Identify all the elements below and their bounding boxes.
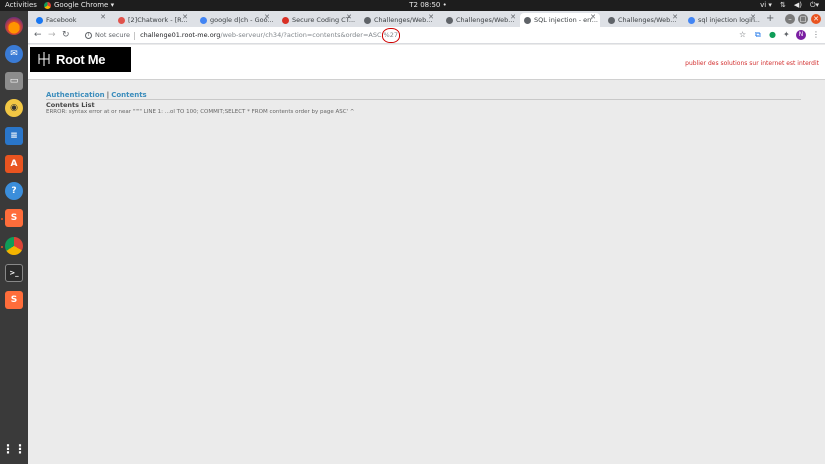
extensions-puzzle-icon[interactable]: ✦ bbox=[783, 29, 790, 41]
logo-text: Root Me bbox=[56, 52, 106, 67]
rhythmbox-icon[interactable]: ◉ bbox=[5, 99, 23, 117]
rootme-emblem-icon bbox=[38, 52, 50, 66]
system-tray[interactable]: vi ▾ ⇅ ◀) ⏻▾ bbox=[760, 0, 819, 11]
close-tab-icon[interactable]: ✕ bbox=[346, 13, 352, 21]
firefox-icon[interactable] bbox=[5, 17, 23, 35]
profile-avatar[interactable]: N bbox=[796, 30, 806, 40]
facebook-icon bbox=[36, 16, 43, 24]
divider bbox=[46, 99, 801, 100]
chatwork-icon bbox=[118, 16, 125, 24]
address-bar[interactable]: i Not secure challenge01.root-me.org /we… bbox=[85, 28, 762, 43]
close-tab-icon[interactable]: ✕ bbox=[182, 13, 188, 21]
tab-sql-login[interactable]: sql injection login... ✕ bbox=[684, 13, 760, 27]
minimize-button[interactable]: – bbox=[785, 14, 795, 24]
rootme-logo[interactable]: Root Me bbox=[30, 47, 131, 72]
close-tab-icon[interactable]: ✕ bbox=[590, 13, 596, 21]
url-path: /web-serveur/ch34/?action=contents&order… bbox=[220, 31, 382, 39]
rootme-icon bbox=[364, 16, 371, 24]
files-icon[interactable]: ▭ bbox=[5, 72, 23, 90]
tab-google[interactable]: google d|ch - Goo... ✕ bbox=[196, 13, 274, 27]
warning-banner: publier des solutions sur internet est i… bbox=[685, 60, 819, 67]
app-menu-label: Google Chrome ▾ bbox=[54, 1, 115, 9]
power-icon: ⏻▾ bbox=[809, 1, 819, 9]
tab-sql-injection[interactable]: SQL injection - err... ✕ bbox=[520, 13, 600, 27]
dock: ✉ ▭ ◉ ≡ A ? S >_ S ⋮⋮ bbox=[0, 11, 28, 464]
tab-strip: Facebook ✕ [2]Chatwork - [R... ✕ google … bbox=[28, 11, 825, 27]
section-title: Contents List bbox=[46, 101, 95, 109]
url-highlight: %27 bbox=[381, 28, 400, 43]
site-header: Root Me publier des solutions sur intern… bbox=[28, 45, 825, 80]
software-icon[interactable]: A bbox=[5, 155, 23, 173]
maximize-button[interactable]: □ bbox=[798, 14, 808, 24]
new-tab-button[interactable]: + bbox=[766, 13, 774, 25]
help-icon[interactable]: ? bbox=[5, 182, 23, 200]
ctf-icon bbox=[282, 16, 289, 24]
extension-icon[interactable]: ● bbox=[769, 29, 776, 41]
contents-link[interactable]: Contents bbox=[111, 91, 147, 99]
forward-button[interactable]: → bbox=[48, 29, 56, 41]
close-tab-icon[interactable]: ✕ bbox=[264, 13, 270, 21]
close-tab-icon[interactable]: ✕ bbox=[100, 13, 106, 21]
writer-icon[interactable]: ≡ bbox=[5, 127, 23, 145]
thunderbird-icon[interactable]: ✉ bbox=[5, 45, 23, 63]
running-indicator bbox=[1, 218, 3, 220]
authentication-link[interactable]: Authentication bbox=[46, 91, 105, 99]
app-menu[interactable]: Google Chrome ▾ bbox=[44, 0, 114, 11]
tab-challenges-1[interactable]: Challenges/Web... ✕ bbox=[360, 13, 438, 27]
reload-button[interactable]: ↻ bbox=[62, 29, 70, 41]
running-indicator bbox=[1, 246, 3, 248]
terminal-icon[interactable]: >_ bbox=[5, 264, 23, 282]
rootme-icon bbox=[446, 16, 453, 24]
close-window-button[interactable]: ✕ bbox=[811, 14, 821, 24]
tab-secure-coding[interactable]: Secure Coding CT... ✕ bbox=[278, 13, 356, 27]
network-icon: ⇅ bbox=[779, 1, 786, 9]
menu-separator: | bbox=[106, 91, 110, 99]
clock[interactable]: T2 08:50 • bbox=[400, 0, 456, 11]
sublime-icon[interactable]: S bbox=[5, 291, 23, 309]
browser-window: Facebook ✕ [2]Chatwork - [R... ✕ google … bbox=[28, 11, 825, 464]
sublime-icon[interactable]: S bbox=[5, 209, 23, 227]
sql-error-message: ERROR: syntax error at or near "'"" LINE… bbox=[46, 109, 355, 115]
browser-toolbar: ← → ↻ i Not secure challenge01.root-me.o… bbox=[28, 27, 825, 44]
close-tab-icon[interactable]: ✕ bbox=[672, 13, 678, 21]
volume-icon: ◀) bbox=[793, 1, 802, 9]
input-language[interactable]: vi ▾ bbox=[760, 0, 772, 11]
more-menu-icon[interactable]: ⋮ bbox=[812, 29, 820, 41]
rootme-icon bbox=[524, 16, 531, 24]
page-content: Root Me publier des solutions sur intern… bbox=[28, 45, 825, 464]
google-icon bbox=[688, 16, 695, 24]
rootme-icon bbox=[608, 16, 615, 24]
tab-challenges-3[interactable]: Challenges/Web... ✕ bbox=[604, 13, 682, 27]
chrome-icon bbox=[44, 2, 51, 9]
apps-grid-icon[interactable]: ⋮⋮ bbox=[2, 440, 26, 458]
translate-icon[interactable]: ⧉ bbox=[755, 29, 761, 41]
close-tab-icon[interactable]: ✕ bbox=[750, 13, 756, 21]
system-top-bar: Activities Google Chrome ▾ T2 08:50 • vi… bbox=[0, 0, 825, 11]
chrome-icon[interactable] bbox=[5, 237, 23, 255]
security-label: Not secure bbox=[95, 31, 131, 39]
url-host: challenge01.root-me.org bbox=[140, 31, 221, 39]
info-icon[interactable]: i bbox=[85, 32, 92, 39]
activities-button[interactable]: Activities bbox=[5, 0, 37, 11]
tab-challenges-2[interactable]: Challenges/Web... ✕ bbox=[442, 13, 520, 27]
divider bbox=[134, 31, 136, 40]
tab-chatwork[interactable]: [2]Chatwork - [R... ✕ bbox=[114, 13, 192, 27]
bookmark-star-icon[interactable]: ☆ bbox=[739, 29, 746, 41]
challenge-menu: Authentication | Contents bbox=[46, 91, 147, 99]
google-icon bbox=[200, 16, 207, 24]
close-tab-icon[interactable]: ✕ bbox=[510, 13, 516, 21]
close-tab-icon[interactable]: ✕ bbox=[428, 13, 434, 21]
back-button[interactable]: ← bbox=[34, 29, 42, 41]
tab-facebook[interactable]: Facebook ✕ bbox=[32, 13, 110, 27]
